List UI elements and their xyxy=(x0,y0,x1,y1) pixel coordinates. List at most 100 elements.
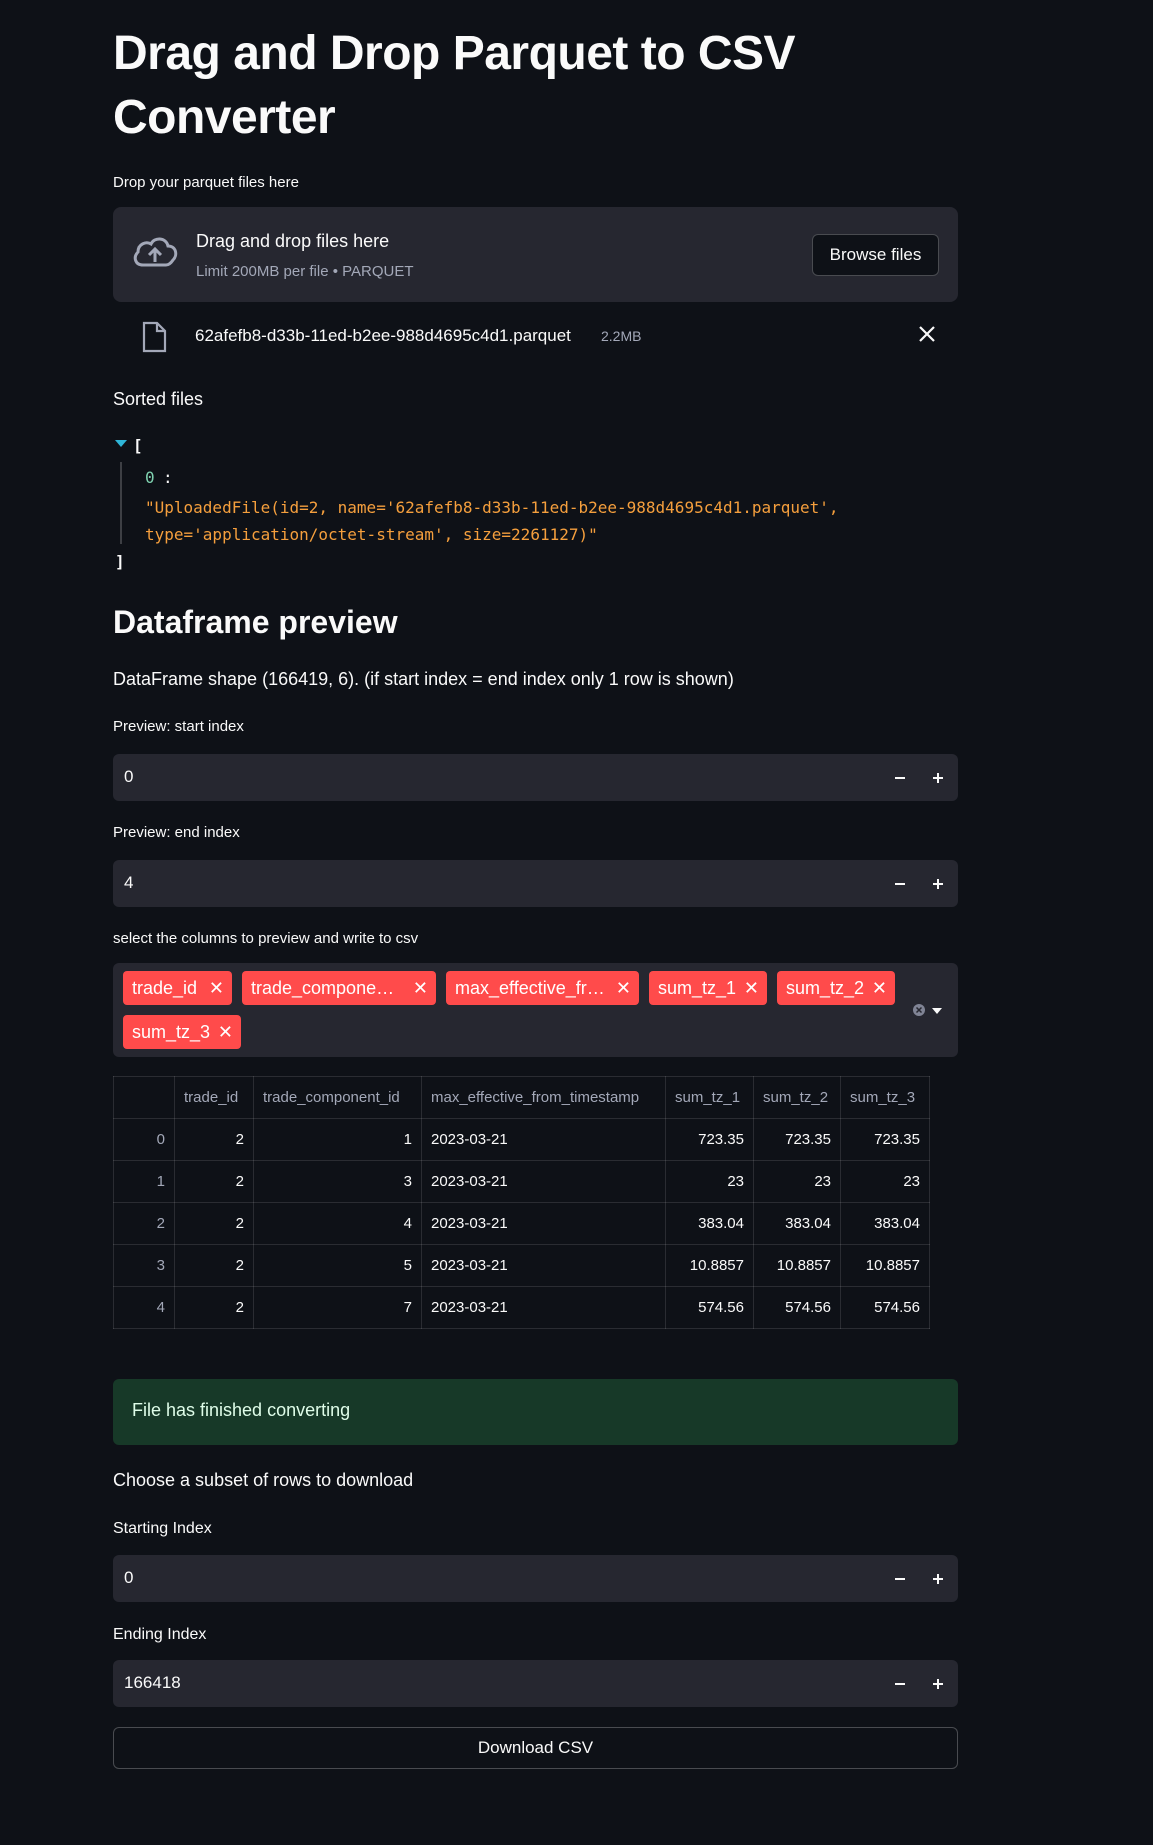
remove-tag-icon[interactable]: ✕ xyxy=(218,1015,233,1049)
browse-files-button[interactable]: Browse files xyxy=(812,234,939,276)
remove-tag-icon[interactable]: ✕ xyxy=(413,971,428,1005)
starting-index-label: Starting Index xyxy=(113,1520,212,1537)
subset-label: Choose a subset of rows to download xyxy=(113,1470,414,1490)
file-dropzone[interactable]: Drag and drop files here Limit 200MB per… xyxy=(113,207,958,302)
uploaded-file-name: 62afefb8-d33b-11ed-b2ee-988d4695c4d1.par… xyxy=(195,326,571,345)
table-row: 2 2 4 2023-03-21 383.04 383.04 383.04 xyxy=(113,1202,930,1245)
column-tag[interactable]: sum_tz_2 ✕ xyxy=(777,971,895,1005)
preview-end-input[interactable]: 4 xyxy=(113,860,958,907)
table-header-row: trade_id trade_component_id max_effectiv… xyxy=(113,1076,930,1119)
column-tag[interactable]: max_effective_fr… ✕ xyxy=(446,971,639,1005)
column-tag[interactable]: sum_tz_1 ✕ xyxy=(649,971,767,1005)
table-cell: 2 xyxy=(174,1118,254,1161)
table-cell: 2 xyxy=(174,1244,254,1287)
page-title: Drag and Drop Parquet to CSV Converter xyxy=(113,27,796,144)
column-tag[interactable]: sum_tz_3 ✕ xyxy=(123,1015,241,1049)
uploaded-file-row: 62afefb8-d33b-11ed-b2ee-988d4695c4d1.par… xyxy=(113,318,958,354)
table-cell: 23 xyxy=(840,1160,930,1203)
json-colon: : xyxy=(163,468,173,487)
table-cell: 574.56 xyxy=(665,1286,754,1329)
json-open-bracket: [ xyxy=(133,436,143,455)
columns-select-label: select the columns to preview and write … xyxy=(113,930,419,947)
table-cell: 2023-03-21 xyxy=(421,1244,666,1287)
increment-button[interactable] xyxy=(924,870,952,898)
table-cell: 4 xyxy=(253,1202,422,1245)
collapse-caret-icon[interactable] xyxy=(115,440,127,447)
decrement-button[interactable] xyxy=(886,870,914,898)
column-tag[interactable]: trade_compone… ✕ xyxy=(242,971,436,1005)
increment-button[interactable] xyxy=(924,1565,952,1593)
table-cell: 574.56 xyxy=(840,1286,930,1329)
json-indent-line xyxy=(120,462,122,544)
sorted-files-label: Sorted files xyxy=(113,389,204,409)
table-cell: 723.35 xyxy=(753,1118,841,1161)
table-cell: 5 xyxy=(253,1244,422,1287)
table-cell: 1 xyxy=(253,1118,422,1161)
column-tag[interactable]: trade_id ✕ xyxy=(123,971,232,1005)
success-message: File has finished converting xyxy=(132,1400,351,1420)
table-cell: 574.56 xyxy=(753,1286,841,1329)
table-cell: 2 xyxy=(174,1286,254,1329)
json-value: "UploadedFile(id=2, name='62afefb8-d33b-… xyxy=(145,498,839,544)
dropzone-limit: Limit 200MB per file • PARQUET xyxy=(196,263,414,280)
clear-all-icon[interactable] xyxy=(912,1003,926,1017)
starting-index-value[interactable]: 0 xyxy=(124,1568,133,1588)
table-header: max_effective_from_timestamp xyxy=(421,1076,666,1119)
table-cell: 10.8857 xyxy=(753,1244,841,1287)
table-cell: 723.35 xyxy=(840,1118,930,1161)
increment-button[interactable] xyxy=(924,1670,952,1698)
preview-heading: Dataframe preview xyxy=(113,604,398,640)
uploader-label: Drop your parquet files here xyxy=(113,174,299,191)
chevron-down-icon[interactable] xyxy=(932,1008,942,1014)
table-cell: 7 xyxy=(253,1286,422,1329)
table-row: 4 2 7 2023-03-21 574.56 574.56 574.56 xyxy=(113,1286,930,1329)
cloud-upload-icon xyxy=(133,237,178,267)
ending-index-label: Ending Index xyxy=(113,1626,207,1643)
table-cell: 23 xyxy=(753,1160,841,1203)
table-cell: 2023-03-21 xyxy=(421,1286,666,1329)
table-cell: 3 xyxy=(113,1244,175,1287)
table-cell: 2023-03-21 xyxy=(421,1202,666,1245)
table-header xyxy=(113,1076,175,1119)
preview-start-value[interactable]: 0 xyxy=(124,767,133,787)
table-cell: 723.35 xyxy=(665,1118,754,1161)
preview-end-value[interactable]: 4 xyxy=(124,873,133,893)
table-row: 0 2 1 2023-03-21 723.35 723.35 723.35 xyxy=(113,1118,930,1161)
table-cell: 383.04 xyxy=(840,1202,930,1245)
close-icon[interactable] xyxy=(915,322,939,346)
table-cell: 2023-03-21 xyxy=(421,1118,666,1161)
table-cell: 10.8857 xyxy=(840,1244,930,1287)
ending-index-input[interactable]: 166418 xyxy=(113,1660,958,1707)
starting-index-input[interactable]: 0 xyxy=(113,1555,958,1602)
table-cell: 3 xyxy=(253,1160,422,1203)
remove-tag-icon[interactable]: ✕ xyxy=(616,971,631,1005)
remove-tag-icon[interactable]: ✕ xyxy=(209,971,224,1005)
table-cell: 2023-03-21 xyxy=(421,1160,666,1203)
dropzone-instructions: Drag and drop files here xyxy=(196,231,390,251)
table-cell: 10.8857 xyxy=(665,1244,754,1287)
table-cell: 2 xyxy=(174,1160,254,1203)
table-cell: 383.04 xyxy=(665,1202,754,1245)
decrement-button[interactable] xyxy=(886,1565,914,1593)
table-cell: 4 xyxy=(113,1286,175,1329)
columns-multiselect[interactable]: trade_id ✕ trade_compone… ✕ max_effective_… xyxy=(113,963,958,1057)
table-cell: 23 xyxy=(665,1160,754,1203)
success-alert: File has finished converting xyxy=(113,1379,958,1445)
decrement-button[interactable] xyxy=(886,1670,914,1698)
table-row: 1 2 3 2023-03-21 23 23 23 xyxy=(113,1160,930,1203)
dataframe-shape-text: DataFrame shape (166419, 6). (if start i… xyxy=(113,669,734,689)
remove-tag-icon[interactable]: ✕ xyxy=(872,971,887,1005)
table-row: 3 2 5 2023-03-21 10.8857 10.8857 10.8857 xyxy=(113,1244,930,1287)
decrement-button[interactable] xyxy=(886,764,914,792)
table-cell: 1 xyxy=(113,1160,175,1203)
json-close-bracket: ] xyxy=(115,552,125,571)
ending-index-value[interactable]: 166418 xyxy=(124,1673,181,1693)
increment-button[interactable] xyxy=(924,764,952,792)
preview-end-label: Preview: end index xyxy=(113,824,240,841)
preview-start-input[interactable]: 0 xyxy=(113,754,958,801)
remove-tag-icon[interactable]: ✕ xyxy=(744,971,759,1005)
file-icon xyxy=(142,321,167,353)
table-cell: 2 xyxy=(113,1202,175,1245)
download-csv-button[interactable]: Download CSV xyxy=(113,1727,958,1769)
dataframe-table[interactable]: trade_id trade_component_id max_effectiv… xyxy=(113,1076,930,1329)
